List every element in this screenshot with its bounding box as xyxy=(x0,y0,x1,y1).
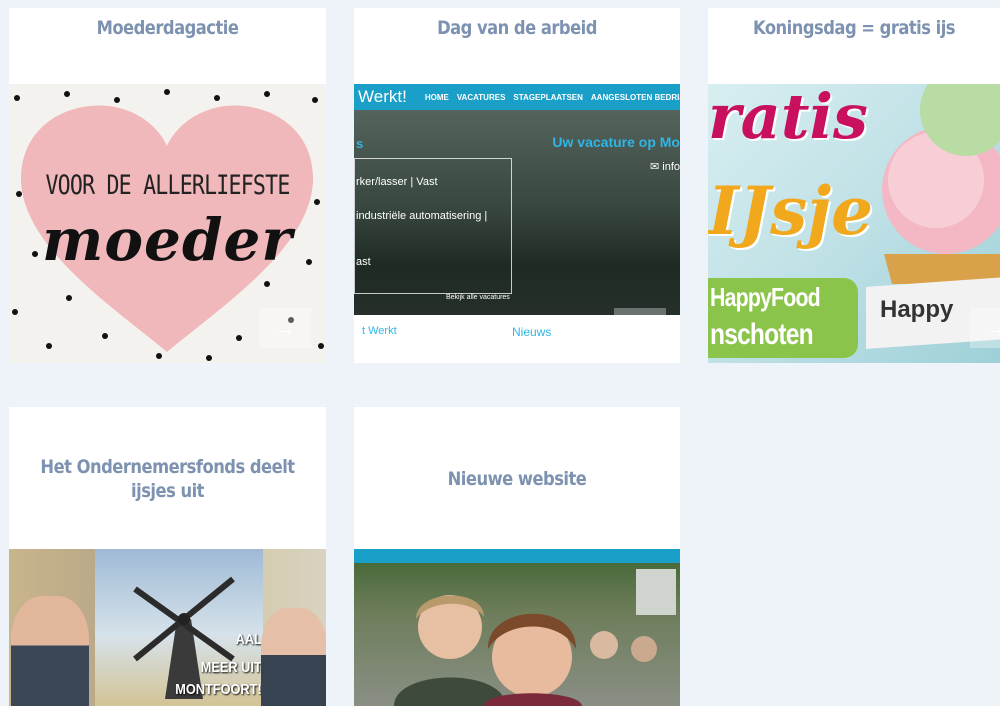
card-image[interactable]: VOOR DE ALLERLIEFSTE moeder → xyxy=(9,84,326,363)
ice-brand-line1: HappyFood xyxy=(710,282,821,312)
ice-brand-line2: nschoten xyxy=(710,318,814,351)
poster-text-3: MONTFOORT! xyxy=(175,681,262,698)
heart-text-line1: VOOR DE ALLERLIEFSTE xyxy=(45,170,290,201)
news-card-moederdagactie[interactable]: Moederdagactie VOOR DE ALLERLIEFSTE moed… xyxy=(9,8,326,363)
card-title[interactable]: Moederdagactie xyxy=(31,16,304,40)
site-hero-title: Uw vacature op Mo xyxy=(552,134,680,150)
next-button[interactable]: → xyxy=(970,308,1000,348)
site-link: Bekijk alle vacatures xyxy=(446,294,510,301)
arrow-right-icon: → xyxy=(985,315,1000,340)
site-job-1: rker/lasser | Vast xyxy=(356,176,438,188)
person-right xyxy=(261,608,326,706)
card-image[interactable] xyxy=(354,549,680,706)
card-image[interactable]: AAL MEER UIT MONTFOORT! xyxy=(9,549,326,706)
news-card-nieuwe-website[interactable]: Nieuwe website xyxy=(354,407,680,706)
person-left xyxy=(11,596,89,706)
site-job-2: industriële automatisering | xyxy=(356,210,488,222)
site-info: ✉ info xyxy=(649,161,680,173)
ice-brand-logo: Happy xyxy=(880,296,954,323)
ice-word-2: IJsje xyxy=(708,172,874,250)
nav-vacatures: VACATURES xyxy=(456,92,506,102)
site-heading: s xyxy=(356,136,364,151)
ice-word-1: ratis xyxy=(708,84,868,153)
arrow-right-icon: → xyxy=(274,315,296,340)
news-grid: Moederdagactie VOOR DE ALLERLIEFSTE moed… xyxy=(0,0,1000,706)
news-card-dag-van-de-arbeid[interactable]: Dag van de arbeid Werkt! HOME VACATURES … xyxy=(354,8,680,363)
next-button[interactable]: → xyxy=(259,308,311,348)
poster-text-2: MEER UIT xyxy=(201,659,262,676)
site-job-3: ast xyxy=(356,256,371,268)
card-image[interactable]: Werkt! HOME VACATURES STAGEPLAATSEN AANG… xyxy=(354,84,680,363)
nav-stageplaatsen: STAGEPLAATSEN xyxy=(513,92,583,102)
heart-text-line2: moeder xyxy=(42,206,293,274)
next-button[interactable]: → xyxy=(614,308,666,348)
site-footer-right: Nieuws xyxy=(512,325,552,339)
news-card-koningsdag[interactable]: Koningsdag = gratis ijs ratis IJsje Happ… xyxy=(708,8,1000,363)
card-title[interactable]: Nieuwe website xyxy=(377,467,657,491)
card-title[interactable]: Dag van de arbeid xyxy=(377,16,657,40)
site-footer-left: t Werkt xyxy=(362,325,397,337)
nav-aangesloten: AANGESLOTEN BEDRIJ xyxy=(590,92,680,102)
family-graphic xyxy=(394,569,676,706)
nav-home: HOME xyxy=(424,92,449,102)
card-image[interactable]: ratis IJsje HappyFood nschoten Happy → xyxy=(708,84,1000,363)
news-card-ondernemersfonds[interactable]: Het Ondernemersfonds deelt ijsjes uit AA… xyxy=(9,407,326,706)
site-logo: Werkt! xyxy=(358,87,407,106)
site-nav: Werkt! HOME VACATURES STAGEPLAATSEN AANG… xyxy=(354,84,680,110)
arrow-right-icon: → xyxy=(629,315,651,340)
poster-text-1: AAL xyxy=(235,631,262,648)
card-title[interactable]: Het Ondernemersfonds deelt ijsjes uit xyxy=(31,455,304,503)
card-title[interactable]: Koningsdag = gratis ijs xyxy=(728,16,979,40)
